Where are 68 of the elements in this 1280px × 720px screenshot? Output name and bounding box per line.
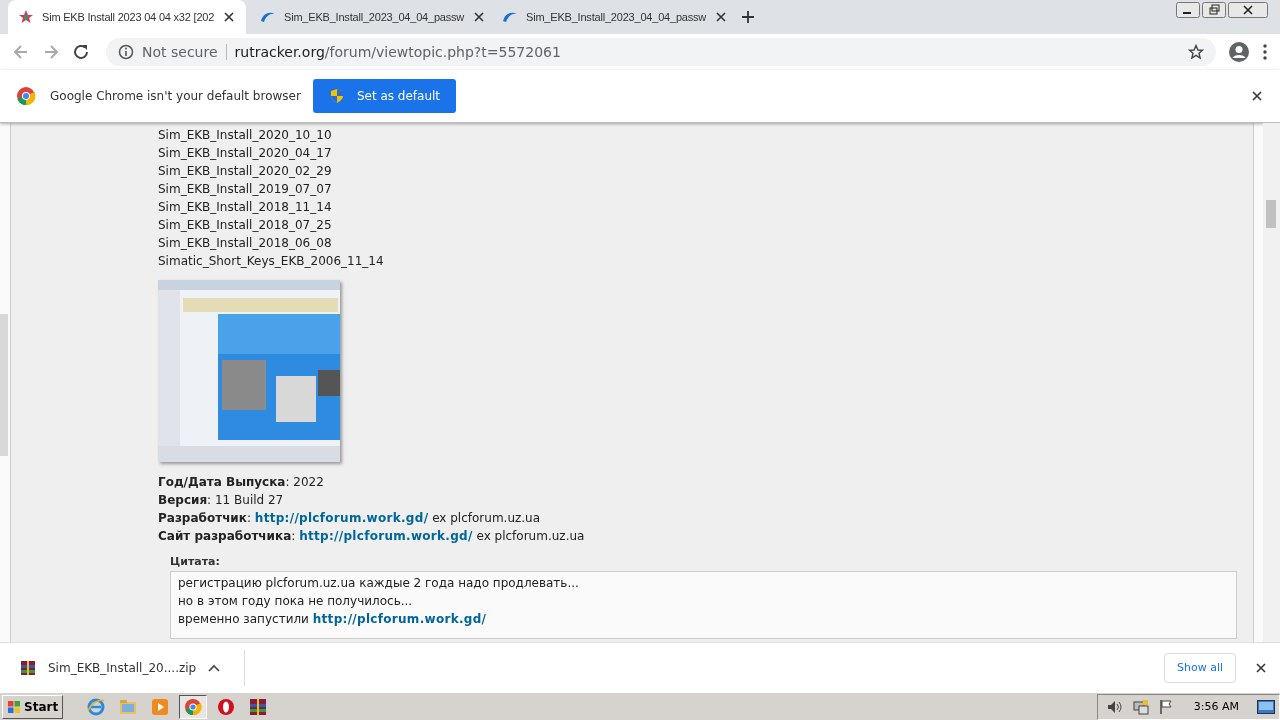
chrome-logo-icon (16, 86, 36, 106)
close-icon[interactable] (1254, 660, 1268, 675)
opera-logo-icon (217, 697, 236, 716)
security-label: Not secure (142, 44, 227, 60)
show-desktop-icon[interactable] (1257, 699, 1275, 714)
scrollbar-thumb[interactable] (1266, 200, 1276, 228)
windows-flag-icon (7, 699, 21, 714)
minimize-icon[interactable] (1176, 2, 1200, 18)
chrome-logo-icon (184, 697, 203, 716)
browser-tab[interactable]: Sim_EKB_Install_2023_04_04_passw (250, 0, 488, 34)
quote-line: но в этом году пока не получилось... (178, 593, 414, 610)
link[interactable]: http://plcforum.work.gd/ (299, 529, 473, 543)
new-tab-icon[interactable] (740, 9, 756, 25)
scrollbar[interactable] (1263, 123, 1280, 642)
close-icon[interactable] (1228, 2, 1268, 18)
close-icon[interactable] (1250, 89, 1264, 103)
close-icon[interactable] (714, 10, 729, 24)
address-bar[interactable]: Not secure rutracker.org/forum/viewtopic.php?t=5572061 (106, 38, 1216, 66)
browser-tab[interactable]: Sim EKB Install 2023 04 04 x32 [202 (8, 0, 246, 34)
flag-icon[interactable] (1157, 698, 1174, 715)
reload-icon[interactable] (72, 43, 90, 61)
profile-icon[interactable] (1228, 41, 1250, 63)
bookmark-star-icon[interactable] (1188, 44, 1204, 60)
download-item[interactable]: Sim_EKB_Install_20....zip (20, 649, 246, 686)
restore-icon[interactable] (1202, 2, 1226, 18)
start-button[interactable]: Start (2, 694, 64, 719)
detail-line: Год/Дата Выпуска: 2022 (158, 474, 325, 491)
infobar-message: Google Chrome isn't your default browser (50, 89, 301, 103)
detail-line: Сайт разработчика: http://plcforum.work.gd/ ex plcforum.uz.ua (158, 528, 586, 545)
file-name: Sim_EKB_Install_2018_07_25 (158, 217, 333, 234)
file-name: Sim_EKB_Install_2018_11_14 (158, 199, 333, 216)
star-icon (18, 9, 34, 25)
taskbar-app[interactable] (179, 694, 208, 719)
download-file-name: Sim_EKB_Install_20....zip (48, 660, 197, 675)
menu-icon[interactable] (1262, 43, 1268, 61)
file-name: Simatic_Short_Keys_EKB_2006_11_14 (158, 253, 385, 270)
archive-icon (20, 659, 36, 676)
info-icon (118, 44, 134, 60)
quote-line: регистрацию plcforum.uz.ua каждые 2 года надо продлевать... (178, 575, 580, 592)
quote-line: временно запустили http://plcforum.work.gd/ (178, 611, 488, 628)
file-name: Sim_EKB_Install_2020_02_29 (158, 163, 333, 180)
chevron-up-icon[interactable] (208, 663, 221, 672)
browser-e-icon (87, 697, 106, 716)
browser-tab[interactable]: Sim_EKB_Install_2023_04_04_passw (492, 0, 730, 34)
shield-icon (328, 88, 345, 104)
detail-line: Разработчик: http://plcforum.work.gd/ ex plcforum.uz.ua (158, 510, 542, 527)
quote-title: Цитата: (170, 555, 221, 568)
close-icon[interactable] (222, 10, 237, 24)
close-icon[interactable] (472, 10, 487, 24)
side-panel-handle[interactable] (0, 313, 8, 456)
file-name: Sim_EKB_Install_2018_06_08 (158, 235, 333, 252)
set-default-button[interactable]: Set as default (312, 79, 457, 113)
url-text: rutracker.org/forum/viewtopic.php?t=5572061 (234, 44, 561, 60)
tab-title: Sim_EKB_Install_2023_04_04_passw (284, 11, 465, 23)
detail-line: Версия: 11 Build 27 (158, 492, 285, 509)
clock-text: 3:56 AM (1193, 700, 1239, 713)
file-name: Sim_EKB_Install_2020_04_17 (158, 145, 333, 162)
network-icon[interactable] (1131, 698, 1150, 715)
tab-title: Sim EKB Install 2023 04 04 x32 [202 (42, 11, 215, 23)
media-player-icon (151, 697, 170, 716)
link[interactable]: http://plcforum.work.gd/ (312, 612, 487, 626)
link[interactable]: http://plcforum.work.gd/ (254, 511, 429, 525)
show-all-button[interactable]: Show all (1163, 652, 1236, 683)
tab-title: Sim_EKB_Install_2023_04_04_passw (526, 11, 707, 23)
file-name: Sim_EKB_Install_2019_07_07 (158, 181, 333, 198)
folder-icon (119, 697, 138, 716)
file-name: Sim_EKB_Install_2020_10_10 (158, 127, 333, 144)
archive-icon (249, 697, 268, 716)
